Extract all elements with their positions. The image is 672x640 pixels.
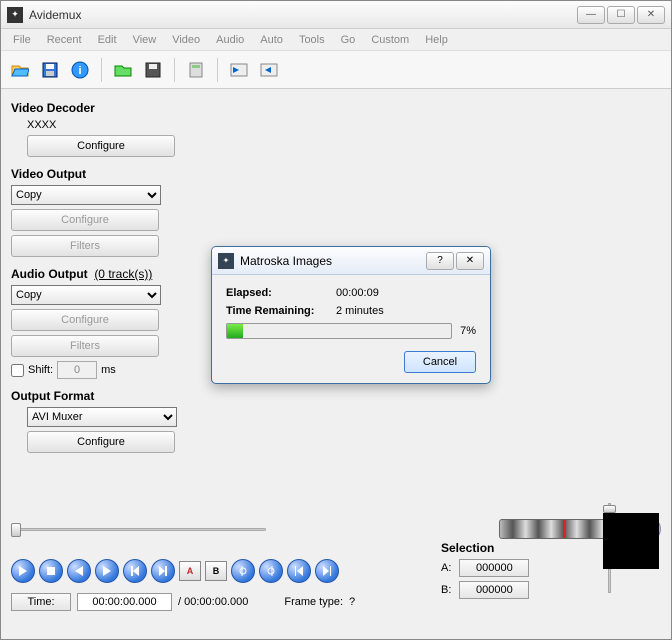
preview-thumbnail xyxy=(603,513,659,569)
menu-audio[interactable]: Audio xyxy=(208,32,252,48)
next-keyframe-button[interactable] xyxy=(151,559,175,583)
next-frame-button[interactable] xyxy=(95,559,119,583)
menu-video[interactable]: Video xyxy=(164,32,208,48)
menu-go[interactable]: Go xyxy=(333,32,364,48)
toolbar-separator xyxy=(174,58,175,82)
prev-frame-button[interactable] xyxy=(67,559,91,583)
save-icon[interactable] xyxy=(37,57,63,83)
video-output-header: Video Output xyxy=(11,167,191,181)
selection-header: Selection xyxy=(441,541,581,555)
video-output-filters-button[interactable]: Filters xyxy=(11,235,159,257)
play-icon[interactable] xyxy=(256,57,282,83)
shift-value-input[interactable] xyxy=(57,361,97,379)
close-button[interactable]: ✕ xyxy=(637,6,665,24)
decoder-configure-button[interactable]: Configure xyxy=(27,135,175,157)
video-decoder-header: Video Decoder xyxy=(11,101,191,115)
menu-edit[interactable]: Edit xyxy=(90,32,125,48)
menu-custom[interactable]: Custom xyxy=(363,32,417,48)
set-marker-a-button[interactable]: A xyxy=(179,561,201,581)
frame-type-label: Frame type: xyxy=(284,596,343,608)
elapsed-value: 00:00:09 xyxy=(336,287,379,299)
maximize-button[interactable]: ☐ xyxy=(607,6,635,24)
progress-dialog: ✦ Matroska Images ? ✕ Elapsed:00:00:09 T… xyxy=(211,246,491,384)
audio-output-filters-button[interactable]: Filters xyxy=(11,335,159,357)
toolbar: i xyxy=(1,51,671,89)
time-current[interactable]: 00:00:00.000 xyxy=(77,593,172,611)
shift-label: Shift: xyxy=(28,364,53,376)
open-project-icon[interactable] xyxy=(110,57,136,83)
next-cut-button[interactable] xyxy=(259,559,283,583)
svg-text:i: i xyxy=(78,65,81,77)
remaining-label: Time Remaining: xyxy=(226,305,336,317)
progress-bar xyxy=(226,323,452,339)
stop-button[interactable] xyxy=(39,559,63,583)
cancel-button[interactable]: Cancel xyxy=(404,351,476,373)
app-icon: ✦ xyxy=(7,7,23,23)
menu-auto[interactable]: Auto xyxy=(252,32,291,48)
dialog-help-button[interactable]: ? xyxy=(426,252,454,270)
decoder-name: XXXX xyxy=(27,119,191,131)
menu-tools[interactable]: Tools xyxy=(291,32,333,48)
shift-unit: ms xyxy=(101,364,116,376)
main-window: ✦ Avidemux — ☐ ✕ File Recent Edit View V… xyxy=(0,0,672,640)
time-total: / 00:00:00.000 xyxy=(178,596,248,608)
play-button[interactable] xyxy=(11,559,35,583)
audio-output-select[interactable]: Copy xyxy=(11,285,161,305)
selection-a-label: A: xyxy=(441,562,451,574)
elapsed-label: Elapsed: xyxy=(226,287,336,299)
toolbar-separator xyxy=(217,58,218,82)
minimize-button[interactable]: — xyxy=(577,6,605,24)
remaining-value: 2 minutes xyxy=(336,305,384,317)
set-marker-b-button[interactable]: B xyxy=(205,561,227,581)
save-project-icon[interactable] xyxy=(140,57,166,83)
frame-type-value: ? xyxy=(349,596,355,608)
menu-view[interactable]: View xyxy=(125,32,165,48)
selection-b-label: B: xyxy=(441,584,451,596)
audio-output-configure-button[interactable]: Configure xyxy=(11,309,159,331)
toolbar-separator xyxy=(101,58,102,82)
prev-keyframe-button[interactable] xyxy=(123,559,147,583)
time-button[interactable]: Time: xyxy=(11,593,71,611)
info-icon[interactable]: i xyxy=(67,57,93,83)
output-format-header: Output Format xyxy=(11,389,191,403)
open-icon[interactable] xyxy=(7,57,33,83)
last-frame-button[interactable] xyxy=(315,559,339,583)
selection-b-value: 000000 xyxy=(459,581,529,599)
selection-a-value: 000000 xyxy=(459,559,529,577)
dialog-icon: ✦ xyxy=(218,253,234,269)
menu-file[interactable]: File xyxy=(5,32,39,48)
output-format-select[interactable]: AVI Muxer xyxy=(27,407,177,427)
window-title: Avidemux xyxy=(29,8,575,22)
dialog-title: Matroska Images xyxy=(240,254,424,268)
shift-checkbox[interactable] xyxy=(11,364,24,377)
video-output-select[interactable]: Copy xyxy=(11,185,161,205)
calculator-icon[interactable] xyxy=(183,57,209,83)
progress-percent: 7% xyxy=(460,325,476,337)
menu-recent[interactable]: Recent xyxy=(39,32,90,48)
titlebar: ✦ Avidemux — ☐ ✕ xyxy=(1,1,671,29)
menubar: File Recent Edit View Video Audio Auto T… xyxy=(1,29,671,51)
first-frame-button[interactable] xyxy=(287,559,311,583)
prev-cut-button[interactable] xyxy=(231,559,255,583)
dialog-close-button[interactable]: ✕ xyxy=(456,252,484,270)
audio-output-header: Audio Output (0 track(s)) xyxy=(11,267,191,281)
menu-help[interactable]: Help xyxy=(417,32,456,48)
timeline-slider[interactable] xyxy=(11,519,491,539)
audio-tracks-link[interactable]: (0 track(s)) xyxy=(94,267,152,281)
output-format-configure-button[interactable]: Configure xyxy=(27,431,175,453)
shift-row: Shift: ms xyxy=(11,361,191,379)
selection-panel: Selection A: 000000 B: 000000 xyxy=(441,541,581,599)
dialog-titlebar: ✦ Matroska Images ? ✕ xyxy=(212,247,490,275)
video-output-configure-button[interactable]: Configure xyxy=(11,209,159,231)
bottom-panel: A B Time: 00:00:00.000 / 00:00:00.000 Fr… xyxy=(1,511,671,639)
play-filtered-icon[interactable] xyxy=(226,57,252,83)
